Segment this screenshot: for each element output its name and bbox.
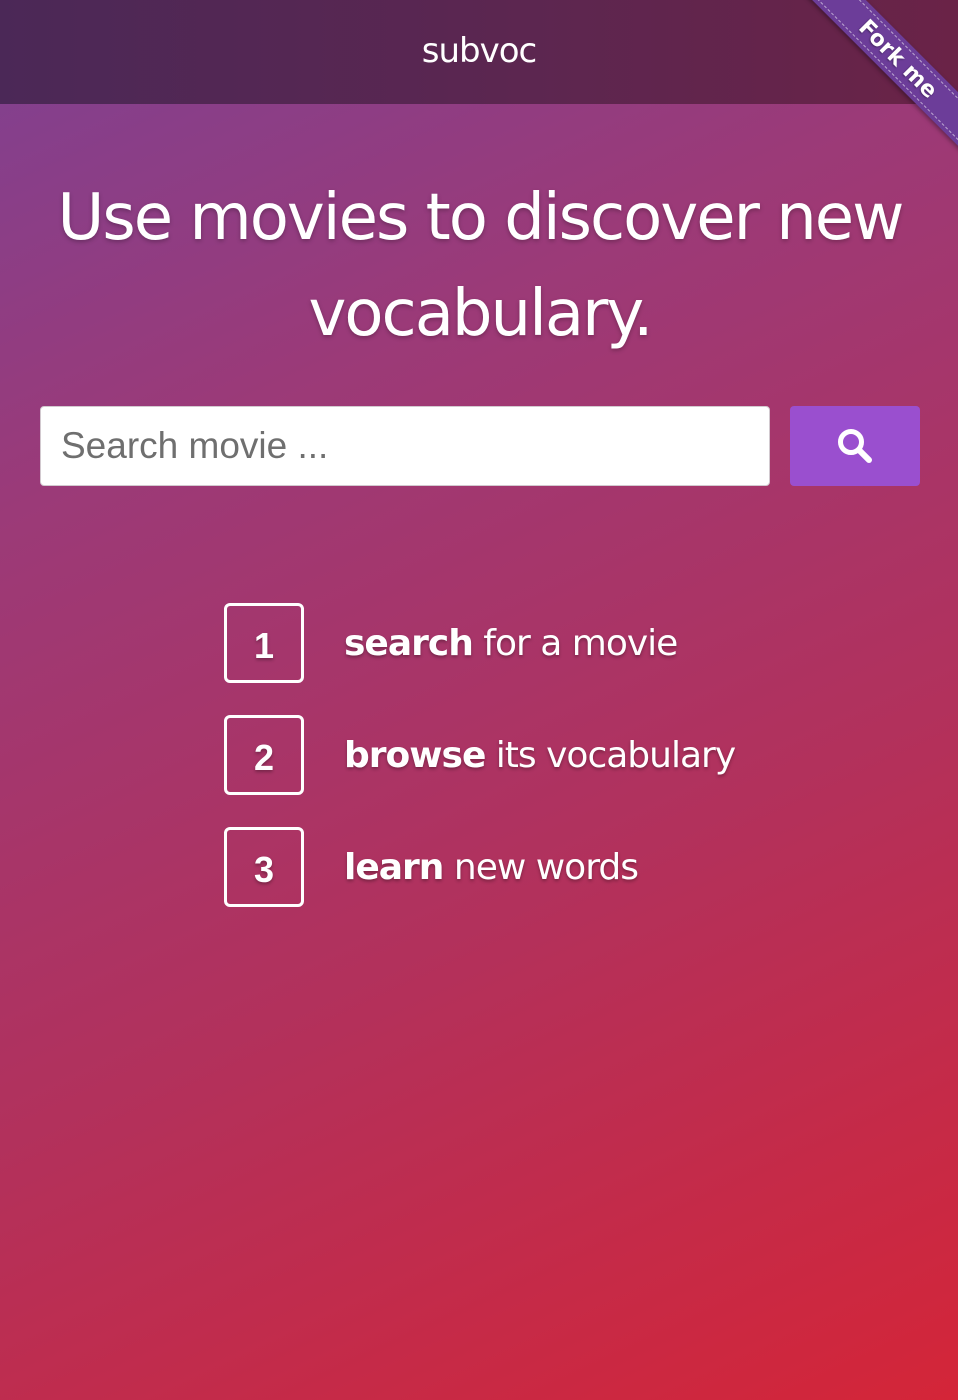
search-input[interactable] — [40, 406, 770, 486]
step-number-box: 3 — [224, 827, 304, 907]
search-icon — [835, 426, 875, 466]
step-keyword: search — [344, 622, 474, 664]
search-form — [40, 406, 920, 486]
step-number-box: 1 — [224, 603, 304, 683]
step-text: learn new words — [344, 846, 639, 888]
step-item: 2 browse its vocabulary — [224, 715, 736, 795]
ribbon-label[interactable]: Fork me — [854, 15, 943, 104]
step-description: its vocabulary — [485, 734, 736, 776]
step-text: search for a movie — [344, 622, 678, 664]
brand-title[interactable]: subvoc — [422, 31, 537, 71]
fork-me-ribbon[interactable]: Fork me — [798, 0, 958, 160]
step-description: for a movie — [472, 622, 678, 664]
ribbon-band[interactable]: Fork me — [799, 0, 958, 158]
step-keyword: browse — [344, 734, 486, 776]
step-item: 3 learn new words — [224, 827, 639, 907]
step-keyword: learn — [344, 846, 444, 888]
step-text: browse its vocabulary — [344, 734, 736, 776]
step-description: new words — [443, 846, 639, 888]
ribbon-stitching: Fork me — [802, 0, 958, 155]
search-button[interactable] — [790, 406, 920, 486]
page-headline: Use movies to discover new vocabulary. — [57, 181, 905, 351]
step-number-box: 2 — [224, 715, 304, 795]
step-item: 1 search for a movie — [224, 603, 678, 683]
